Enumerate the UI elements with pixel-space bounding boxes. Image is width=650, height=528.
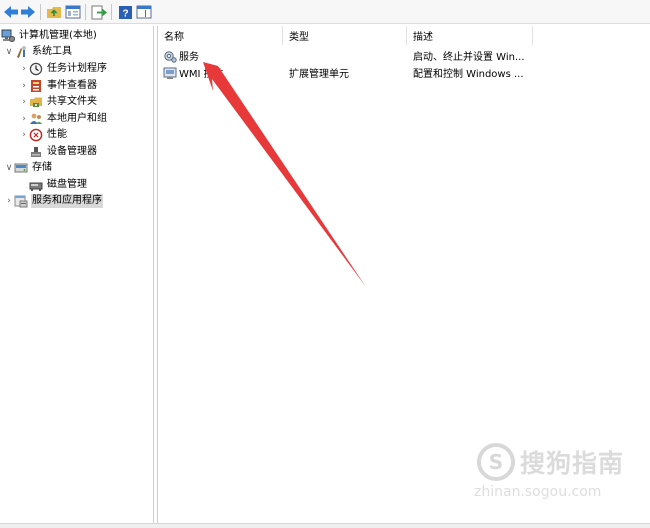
row-name: 服务 — [179, 52, 199, 63]
tree-item-storage[interactable]: ∨ 存储 — [4, 160, 53, 176]
system-tools-icon — [14, 45, 28, 59]
export-list-icon[interactable] — [90, 3, 108, 21]
sogou-logo-icon: S — [477, 443, 515, 481]
tree-item-label: 共享文件夹 — [47, 96, 97, 107]
forward-arrow-icon[interactable] — [19, 3, 37, 21]
list-item[interactable]: WMI 控件 扩展管理单元 配置和控制 Windows ... — [158, 64, 650, 81]
tree-item-label: 系统工具 — [32, 46, 72, 57]
watermark-title: 搜狗指南 — [520, 449, 625, 478]
row-description: 启动、终止并设置 Win... — [413, 52, 525, 63]
row-type: 扩展管理单元 — [289, 69, 349, 80]
row-name: WMI 控件 — [179, 69, 224, 80]
help-icon[interactable]: ? — [116, 3, 134, 21]
tree-item-label: 计算机管理(本地) — [19, 30, 97, 41]
services-apps-icon — [14, 194, 28, 208]
tree-item-performance[interactable]: › 性能 — [19, 127, 68, 143]
status-bar — [0, 523, 650, 528]
task-scheduler-icon — [29, 62, 43, 76]
row-description: 配置和控制 Windows ... — [413, 69, 524, 80]
tree-item-label: 事件查看器 — [47, 80, 97, 91]
toolbar: ? — [0, 0, 650, 24]
storage-icon — [14, 161, 28, 175]
event-viewer-icon — [29, 79, 43, 93]
navigation-tree: 计算机管理(本地) ∨ 系统工具 › 任务计划程序 › 事件查看器 › 共享文件… — [0, 26, 154, 523]
tree-item-label: 存储 — [32, 162, 52, 173]
column-header-description[interactable]: 描述 — [407, 26, 533, 45]
services-gear-icon — [163, 49, 177, 63]
row-type — [289, 47, 407, 64]
wmi-control-icon — [163, 66, 177, 80]
tree-item-services-apps[interactable]: › 服务和应用程序 — [4, 193, 103, 209]
chevron-right-icon[interactable]: › — [19, 61, 29, 77]
properties-pane-icon[interactable] — [135, 3, 153, 21]
chevron-right-icon[interactable]: › — [19, 111, 29, 127]
tree-item-root[interactable]: 计算机管理(本地) — [1, 28, 98, 44]
show-hide-tree-icon[interactable] — [64, 3, 82, 21]
tree-item-shared-folders[interactable]: › 共享文件夹 — [19, 94, 98, 110]
tree-item-label: 设备管理器 — [47, 146, 97, 157]
tree-item-local-users[interactable]: › 本地用户和组 — [19, 111, 108, 127]
svg-text:?: ? — [122, 8, 128, 19]
watermark-url: zhinan.sogou.com — [474, 484, 602, 500]
back-arrow-icon[interactable] — [2, 3, 20, 21]
tree-item-device-manager[interactable]: 设备管理器 — [29, 144, 98, 160]
chevron-right-icon[interactable]: › — [19, 94, 29, 110]
tree-item-event-viewer[interactable]: › 事件查看器 — [19, 78, 98, 94]
tree-item-system-tools[interactable]: ∨ 系统工具 — [4, 44, 73, 60]
computer-management-icon — [1, 29, 15, 43]
local-users-icon — [29, 112, 43, 126]
chevron-right-icon[interactable]: › — [19, 127, 29, 143]
chevron-down-icon[interactable]: ∨ — [4, 160, 14, 176]
chevron-right-icon[interactable]: › — [4, 193, 14, 209]
tree-item-disk-management[interactable]: 磁盘管理 — [29, 177, 88, 193]
shared-folders-icon — [29, 95, 43, 109]
list-item[interactable]: 服务 启动、终止并设置 Win... — [158, 47, 650, 64]
disk-management-icon — [29, 178, 43, 192]
watermark: S 搜狗指南 zhinan.sogou.com — [468, 440, 643, 510]
chevron-right-icon[interactable]: › — [19, 78, 29, 94]
column-header-name[interactable]: 名称 — [158, 26, 283, 45]
tree-item-label: 性能 — [47, 129, 67, 140]
device-manager-icon — [29, 145, 43, 159]
svg-text:S: S — [489, 450, 503, 474]
tree-item-task-scheduler[interactable]: › 任务计划程序 — [19, 61, 108, 77]
tree-item-label: 本地用户和组 — [47, 113, 107, 124]
performance-icon — [29, 128, 43, 142]
chevron-down-icon[interactable]: ∨ — [4, 44, 14, 60]
tree-item-label: 任务计划程序 — [47, 63, 107, 74]
column-header-type[interactable]: 类型 — [283, 26, 407, 45]
tree-item-label: 服务和应用程序 — [31, 194, 103, 208]
tree-item-label: 磁盘管理 — [47, 179, 87, 190]
up-folder-icon[interactable] — [45, 3, 63, 21]
